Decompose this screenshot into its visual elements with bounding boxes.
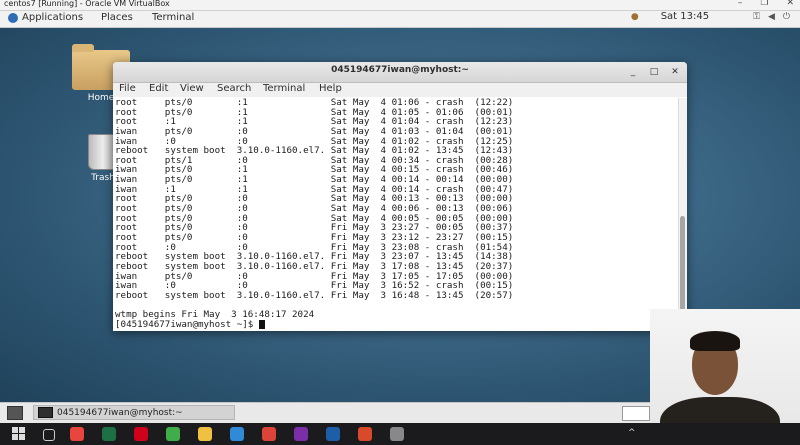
terminal-output[interactable]: root pts/0 :1 Sat May 4 01:06 - crash (1… xyxy=(113,98,679,331)
clock[interactable]: Sat 13:45 xyxy=(661,11,709,22)
menu-edit[interactable]: Edit xyxy=(149,83,168,94)
menu-help[interactable]: Help xyxy=(319,83,342,94)
virtualbox-window-controls: – ❐ ✕ xyxy=(738,0,794,8)
terminal-titlebar[interactable]: 045194677iwan@myhost:~ _ □ ✕ xyxy=(113,62,687,83)
network-icon[interactable]: ⚿ xyxy=(753,12,760,22)
snipping-icon[interactable] xyxy=(390,427,404,441)
windows-start-button[interactable] xyxy=(12,427,26,441)
terminal-line: reboot system boot 3.10.0-1160.el7. Fri … xyxy=(115,289,514,301)
panel-status-area: ● Sat 13:45 ⚿ ◀ ⏻ xyxy=(631,11,790,22)
video-icon[interactable] xyxy=(294,427,308,441)
menu-search[interactable]: Search xyxy=(217,83,251,94)
show-desktop-icon[interactable] xyxy=(7,406,23,420)
places-menu[interactable]: Places xyxy=(101,12,133,23)
power-icon[interactable]: ⏻ xyxy=(783,12,790,22)
virtualbox-titlebar: centos7 [Running] - Oracle VM VirtualBox… xyxy=(0,0,800,11)
excel-icon[interactable] xyxy=(102,427,116,441)
workspace-switcher[interactable] xyxy=(622,406,650,421)
terminal-menubar: File Edit View Search Terminal Help xyxy=(113,83,687,97)
terminal-title: 045194677iwan@myhost:~ xyxy=(331,65,469,75)
window-list-terminal-item[interactable]: 045194677iwan@myhost:~ xyxy=(33,405,235,420)
person-hair xyxy=(690,331,740,351)
keyboard-indicator-icon[interactable]: ● xyxy=(631,12,639,22)
opera-icon[interactable] xyxy=(134,427,148,441)
terminal-prompt: [045194677iwan@myhost ~]$ xyxy=(115,318,259,330)
menu-terminal[interactable]: Terminal xyxy=(263,83,305,94)
tray-chevron-icon[interactable]: ^ xyxy=(628,428,636,438)
terminal-icon xyxy=(38,407,53,418)
menu-file[interactable]: File xyxy=(119,83,136,94)
terminal-lines: root pts/0 :1 Sat May 4 01:06 - crash (1… xyxy=(115,98,513,329)
terminal-window[interactable]: 045194677iwan@myhost:~ _ □ ✕ File Edit V… xyxy=(113,62,687,331)
volume-icon[interactable]: ◀ xyxy=(768,12,775,22)
gnome-window-list: 045194677iwan@myhost:~ xyxy=(0,402,650,423)
virtualbox-icon[interactable] xyxy=(326,427,340,441)
minimize-button[interactable]: _ xyxy=(627,66,639,78)
menu-view[interactable]: View xyxy=(180,83,204,94)
edge-icon[interactable] xyxy=(230,427,244,441)
terminal-app-menu[interactable]: Terminal xyxy=(152,12,194,23)
cursor xyxy=(258,319,265,329)
task-view-icon[interactable] xyxy=(43,429,55,441)
close-button[interactable]: ✕ xyxy=(669,66,681,78)
virtualbox-title: centos7 [Running] - Oracle VM VirtualBox xyxy=(4,0,170,8)
centos-logo-icon xyxy=(8,12,18,23)
maximize-button[interactable]: □ xyxy=(648,66,660,78)
restore-icon[interactable]: ❐ xyxy=(760,0,768,8)
terminal-scrollbar[interactable] xyxy=(678,98,687,331)
applications-label: Applications xyxy=(22,12,84,23)
camtasia-icon[interactable] xyxy=(166,427,180,441)
screen-recorder-icon[interactable] xyxy=(358,427,372,441)
windows-taskbar: ^ xyxy=(0,423,800,445)
minimize-icon[interactable]: – xyxy=(738,0,743,8)
chrome-app-icon[interactable] xyxy=(262,427,276,441)
close-icon[interactable]: ✕ xyxy=(786,0,794,8)
terminal-prompt-line[interactable]: [045194677iwan@myhost ~]$ xyxy=(115,318,513,330)
chrome-icon[interactable] xyxy=(70,427,84,441)
folder-icon[interactable] xyxy=(198,427,212,441)
applications-menu[interactable]: Applications xyxy=(8,12,83,23)
window-list-terminal-label: 045194677iwan@myhost:~ xyxy=(57,407,183,418)
gnome-top-panel: Applications Places Terminal ● Sat 13:45… xyxy=(0,11,800,28)
